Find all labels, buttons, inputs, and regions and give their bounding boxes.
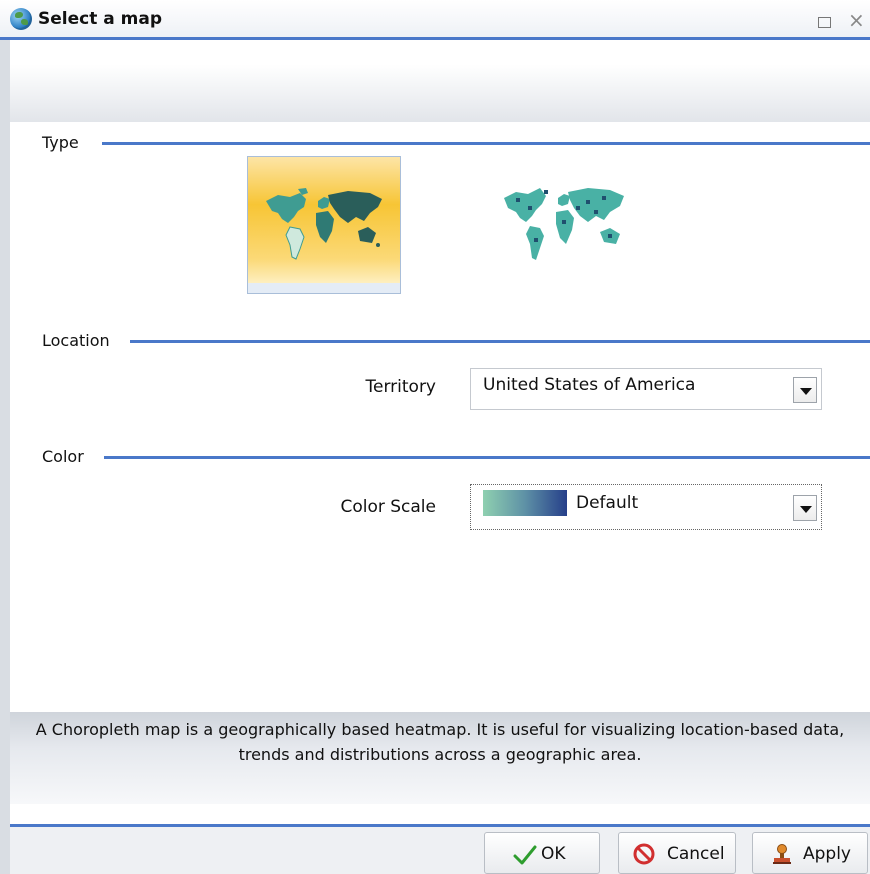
title-bar[interactable]: Select a map × xyxy=(0,0,870,40)
color-scale-swatch xyxy=(483,490,567,516)
cancel-icon xyxy=(633,843,655,865)
globe-icon xyxy=(10,8,32,30)
color-scale-dropdown-button[interactable] xyxy=(793,495,817,521)
dialog-left-edge xyxy=(0,40,10,874)
dialog-footer xyxy=(10,824,870,874)
ok-button[interactable]: OK xyxy=(484,832,600,874)
apply-button[interactable]: Apply xyxy=(752,832,868,874)
check-icon xyxy=(513,845,537,865)
color-scale-label: Color Scale xyxy=(340,497,436,517)
cancel-button[interactable]: Cancel xyxy=(618,832,736,874)
bubble-map-option[interactable] xyxy=(492,176,636,272)
location-section-label: Location xyxy=(42,331,110,350)
thumb-caption-strip xyxy=(248,283,400,293)
location-section-divider xyxy=(130,340,870,343)
apply-label: Apply xyxy=(803,844,851,864)
territory-label: Territory xyxy=(365,377,436,397)
territory-select[interactable]: United States of America xyxy=(470,368,822,410)
map-description: A Choropleth map is a geographically bas… xyxy=(10,717,870,767)
type-section-label: Type xyxy=(42,133,79,152)
description-line-1: A Choropleth map is a geographically bas… xyxy=(35,720,845,739)
color-scale-value: Default xyxy=(576,493,639,513)
cancel-label: Cancel xyxy=(667,844,725,864)
description-line-2: trends and distributions across a geogra… xyxy=(238,745,642,764)
territory-dropdown-button[interactable] xyxy=(793,377,817,403)
color-section-label: Color xyxy=(42,447,84,466)
territory-value: United States of America xyxy=(483,375,696,395)
dialog-title: Select a map xyxy=(38,9,162,29)
ok-label: OK xyxy=(541,844,566,864)
header-band xyxy=(10,40,870,122)
close-icon[interactable]: × xyxy=(848,10,865,30)
choropleth-map-option[interactable] xyxy=(247,156,401,294)
type-section-divider xyxy=(102,142,870,145)
apply-stamp-icon xyxy=(773,844,791,864)
choropleth-world-icon xyxy=(266,188,382,260)
maximize-icon[interactable] xyxy=(818,17,831,28)
color-section-divider xyxy=(104,456,870,459)
bubble-world-icon xyxy=(504,188,624,260)
color-scale-select[interactable]: Default xyxy=(470,484,822,530)
